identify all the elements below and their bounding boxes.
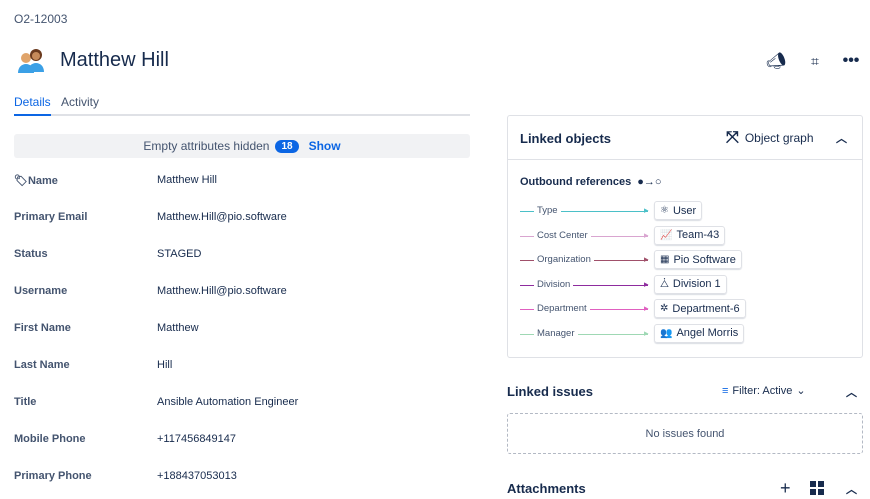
reference-label: Organization: [534, 254, 594, 265]
object-type-icon: 📈: [660, 229, 673, 241]
attribute-value[interactable]: Matthew: [157, 322, 199, 334]
arrow-icon: ▸: [644, 303, 649, 313]
attribute-label: Status: [14, 248, 48, 260]
attribute-label: 🏷︎Name: [14, 175, 58, 187]
attribute-value[interactable]: Matthew Hill: [157, 174, 217, 186]
attribute-value[interactable]: STAGED: [157, 248, 201, 260]
attribute-value[interactable]: Hill: [157, 359, 172, 371]
tab-details[interactable]: Details: [14, 95, 51, 116]
outbound-arrow-icon: ●→○: [637, 176, 662, 188]
tag-icon: 🏷︎: [14, 175, 28, 187]
object-type-icon: ▦: [660, 254, 670, 265]
attribute-label: Mobile Phone: [14, 433, 86, 445]
attachments-title: Attachments: [507, 481, 586, 496]
filter-icon: ≡: [722, 384, 729, 397]
reference-row: ▸ Division ⧊ Division 1: [520, 274, 850, 295]
linked-object-name: Angel Morris: [676, 327, 739, 339]
page-title: Matthew Hill: [60, 49, 169, 71]
attribute-label: Username: [14, 285, 68, 297]
linked-objects-panel: Linked objects ⤧ Object graph ︿ Outbound …: [507, 115, 863, 358]
qr-code-icon[interactable]: ⌗: [806, 52, 824, 70]
attribute-row: Mobile Phone +117456849147: [14, 433, 470, 449]
graph-icon: ⤧: [726, 129, 739, 146]
collapse-chevron-icon[interactable]: ︿: [846, 384, 857, 400]
linked-object-name: Pio Software: [673, 253, 736, 266]
linked-object-chip[interactable]: ✲ Department-6: [654, 299, 746, 318]
empty-attributes-banner: Empty attributes hidden 18 Show: [14, 134, 470, 158]
object-graph-button[interactable]: ⤧ Object graph: [726, 129, 814, 147]
attribute-value[interactable]: +117456849147: [157, 433, 236, 445]
attribute-label: Primary Email: [14, 211, 88, 223]
object-key: O2-12003: [14, 12, 68, 26]
attribute-row: Status STAGED: [14, 248, 470, 264]
arrow-icon: ▸: [644, 254, 649, 264]
arrow-icon: ▸: [644, 229, 649, 240]
reference-row: ▸ Manager 👥 Angel Morris: [520, 323, 850, 344]
reference-row: ▸ Cost Center 📈 Team-43: [520, 225, 850, 246]
attribute-value[interactable]: Ansible Automation Engineer: [157, 396, 298, 408]
attribute-row: Primary Phone +188437053013: [14, 470, 470, 486]
linked-object-chip[interactable]: ▦ Pio Software: [654, 250, 742, 269]
attribute-label: Primary Phone: [14, 470, 92, 482]
outbound-references-heading: Outbound references ●→○: [520, 176, 662, 188]
arrow-icon: ▸: [644, 278, 649, 289]
attribute-label: First Name: [14, 322, 71, 334]
arrow-icon: ▸: [644, 205, 649, 215]
banner-text: Empty attributes hidden: [143, 139, 270, 153]
user-avatar-icon: [18, 49, 44, 73]
show-button[interactable]: Show: [309, 139, 341, 153]
linked-object-chip[interactable]: ⧊ Division 1: [654, 274, 727, 294]
attribute-row: Title Ansible Automation Engineer: [14, 396, 470, 412]
linked-objects-title: Linked objects: [520, 131, 612, 146]
object-type-icon: ⚛: [660, 205, 669, 216]
filter-dropdown[interactable]: ≡ Filter: Active ⌄: [722, 384, 806, 398]
object-type-icon: ✲: [660, 303, 669, 314]
attribute-label: Title: [14, 396, 37, 408]
collapse-chevron-icon[interactable]: ︿: [836, 130, 847, 146]
hidden-count-badge: 18: [275, 139, 299, 153]
grid-view-icon[interactable]: [810, 481, 824, 495]
add-attachment-icon[interactable]: +: [780, 478, 791, 499]
reference-row: ▸ Type ⚛ User: [520, 201, 850, 221]
linked-object-chip[interactable]: 👥 Angel Morris: [654, 323, 745, 343]
attribute-value[interactable]: Matthew.Hill@pio.software: [157, 211, 287, 223]
object-graph-label: Object graph: [744, 131, 814, 145]
tab-activity[interactable]: Activity: [61, 95, 99, 113]
attribute-row: 🏷︎Name Matthew Hill: [14, 174, 470, 190]
no-issues-placeholder: No issues found: [507, 413, 863, 454]
linked-object-name: Department-6: [672, 302, 740, 315]
attribute-row: First Name Matthew: [14, 322, 470, 338]
attribute-row: Last Name Hill: [14, 359, 470, 375]
linked-object-name: Team-43: [676, 229, 720, 241]
linked-object-name: Division 1: [672, 278, 721, 290]
attribute-value[interactable]: +188437053013: [157, 470, 237, 482]
reference-label: Type: [534, 205, 561, 216]
chevron-down-icon: ⌄: [796, 385, 806, 397]
attribute-row: Username Matthew.Hill@pio.software: [14, 285, 470, 301]
linked-object-chip[interactable]: 📈 Team-43: [654, 225, 726, 245]
attribute-label: Last Name: [14, 359, 70, 371]
object-type-icon: ⧊: [660, 278, 669, 290]
reference-label: Department: [534, 303, 590, 314]
object-type-icon: 👥: [660, 327, 673, 339]
attribute-value[interactable]: Matthew.Hill@pio.software: [157, 285, 287, 297]
tab-bar: Details Activity: [14, 95, 470, 116]
linked-object-name: User: [672, 204, 697, 217]
arrow-icon: ▸: [644, 327, 649, 338]
reference-label: Division: [534, 278, 574, 290]
more-icon[interactable]: •••: [842, 52, 860, 70]
megaphone-icon[interactable]: 📣︎: [766, 52, 786, 70]
filter-label: Filter: Active: [732, 384, 793, 397]
reference-label: Cost Center: [534, 229, 591, 241]
attribute-row: Primary Email Matthew.Hill@pio.software: [14, 211, 470, 227]
linked-object-chip[interactable]: ⚛ User: [654, 201, 703, 220]
outbound-label: Outbound references: [520, 176, 632, 188]
reference-row: ▸ Department ✲ Department-6: [520, 299, 850, 319]
linked-issues-title: Linked issues: [507, 384, 593, 399]
reference-label: Manager: [534, 327, 578, 339]
reference-row: ▸ Organization ▦ Pio Software: [520, 250, 850, 270]
